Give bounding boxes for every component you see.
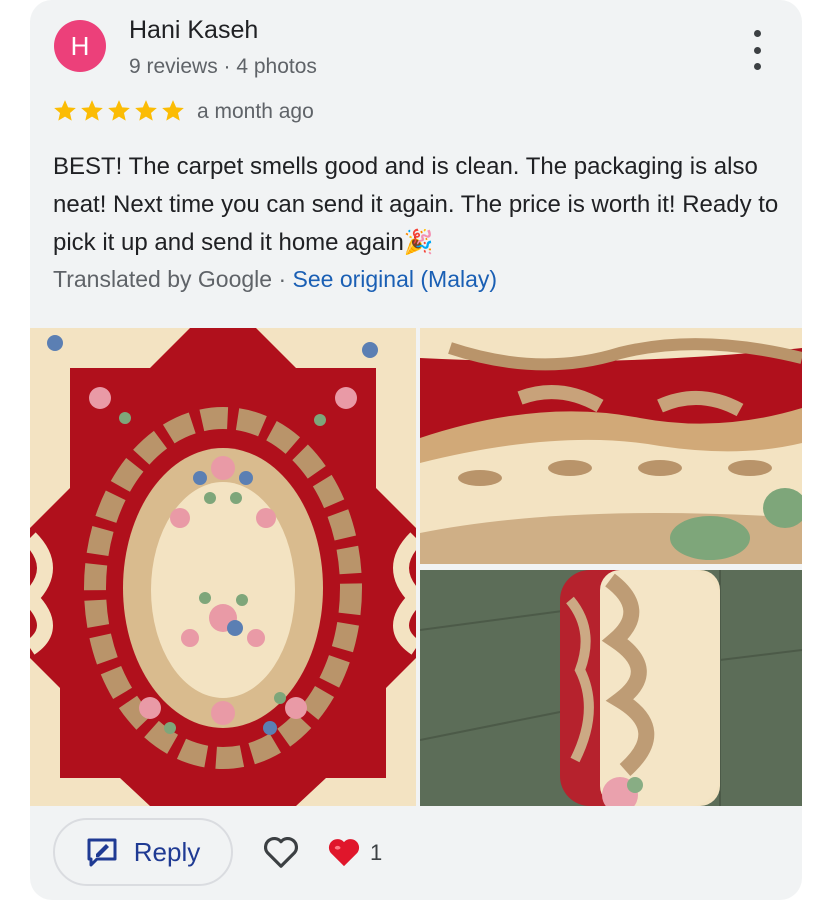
star-icon <box>135 100 157 121</box>
reply-button[interactable]: Reply <box>53 818 233 886</box>
carpet-photo-rolled[interactable] <box>420 570 802 806</box>
reply-label: Reply <box>133 836 201 867</box>
review-time: a month ago <box>197 100 314 123</box>
review-card: H Hani Kaseh 9 reviews · 4 photos a mont… <box>30 0 802 900</box>
reviewer-meta: 9 reviews · 4 photos <box>129 55 317 78</box>
star-rating <box>52 98 186 124</box>
reply-icon <box>87 838 117 867</box>
translation-line: Translated by Google · See original (Mal… <box>53 266 497 293</box>
star-icon <box>54 100 76 121</box>
star-icon <box>81 100 103 121</box>
star-icon <box>162 100 184 121</box>
carpet-photo-full[interactable] <box>30 328 416 806</box>
see-original-link[interactable]: See original (Malay) <box>293 266 498 292</box>
review-text: BEST! The carpet smells good and is clea… <box>53 153 779 256</box>
avatar[interactable]: H <box>54 20 106 72</box>
reviewer-name[interactable]: Hani Kaseh <box>129 16 258 45</box>
heart-outline-icon[interactable] <box>262 834 300 875</box>
translated-label: Translated by Google <box>53 266 273 292</box>
carpet-photo-closeup[interactable] <box>420 328 802 564</box>
separator: · <box>278 266 287 292</box>
reaction-count: 1 <box>370 840 383 865</box>
photo-grid <box>30 328 802 806</box>
red-heart-icon[interactable] <box>327 836 361 873</box>
more-options-icon[interactable] <box>742 30 772 70</box>
star-icon <box>108 100 130 121</box>
